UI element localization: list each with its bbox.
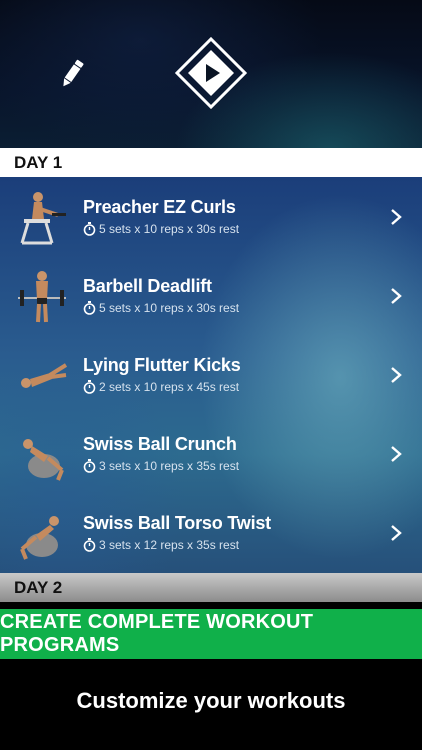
exercise-name: Swiss Ball Torso Twist [83,513,271,533]
exercise-thumbnail [20,516,59,560]
header-area [0,0,422,148]
exercise-row[interactable]: Swiss Ball Torso Twist 3 sets x 12 reps … [0,493,422,572]
play-icon [174,36,248,110]
play-button[interactable] [174,36,248,110]
pencil-icon [63,59,84,87]
exercise-thumbnail [18,271,66,323]
stopwatch-icon [83,538,96,552]
exercise-row[interactable]: Barbell Deadlift 5 sets x 10 reps x 30s … [0,256,422,335]
exercise-detail: 5 sets x 10 reps x 30s rest [83,300,239,316]
day-header-1: DAY 1 [0,148,422,177]
stopwatch-icon [83,222,96,236]
day-label: DAY 1 [14,152,63,172]
stopwatch-icon [83,301,96,315]
exercise-thumbnail [21,363,68,388]
exercise-detail-text: 3 sets x 10 reps x 35s rest [99,459,240,473]
exercise-row[interactable]: Lying Flutter Kicks 2 sets x 10 reps x 4… [0,335,422,414]
chevron-right-icon [391,446,402,462]
exercise-list: Preacher EZ Curls 5 sets x 10 reps x 30s… [0,177,422,573]
day-header-2[interactable]: DAY 2 [0,573,422,602]
exercise-name: Preacher EZ Curls [83,197,236,217]
exercise-detail: 2 sets x 10 reps x 45s rest [83,379,239,395]
exercise-detail-text: 5 sets x 10 reps x 30s rest [99,301,240,315]
chevron-right-icon [391,288,402,304]
exercise-thumbnail [20,192,66,245]
tagline: Customize your workouts [76,688,346,713]
edit-button[interactable] [52,54,92,94]
exercise-name: Barbell Deadlift [83,276,212,296]
exercise-detail-text: 2 sets x 10 reps x 45s rest [99,380,240,394]
exercise-name: Lying Flutter Kicks [83,355,241,375]
exercise-row[interactable]: Preacher EZ Curls 5 sets x 10 reps x 30s… [0,177,422,256]
exercise-name: Swiss Ball Crunch [83,434,237,454]
exercise-thumbnail [23,439,64,481]
promo-banner-text: CREATE COMPLETE WORKOUT PROGRAMS [0,611,314,656]
chevron-right-icon [391,367,402,383]
stopwatch-icon [83,380,96,394]
exercise-detail-text: 3 sets x 12 reps x 35s rest [99,538,240,552]
exercise-row[interactable]: Swiss Ball Crunch 3 sets x 10 reps x 35s… [0,414,422,493]
stopwatch-icon [83,459,96,473]
exercise-detail: 3 sets x 12 reps x 35s rest [83,537,239,553]
exercise-detail-text: 5 sets x 10 reps x 30s rest [99,222,240,236]
day-label: DAY 2 [14,577,63,597]
exercise-detail: 5 sets x 10 reps x 30s rest [83,221,239,237]
divider [0,602,422,609]
chevron-right-icon [391,525,402,541]
promo-banner: CREATE COMPLETE WORKOUT PROGRAMS [0,609,422,659]
exercise-detail: 3 sets x 10 reps x 35s rest [83,458,239,474]
chevron-right-icon [391,209,402,225]
